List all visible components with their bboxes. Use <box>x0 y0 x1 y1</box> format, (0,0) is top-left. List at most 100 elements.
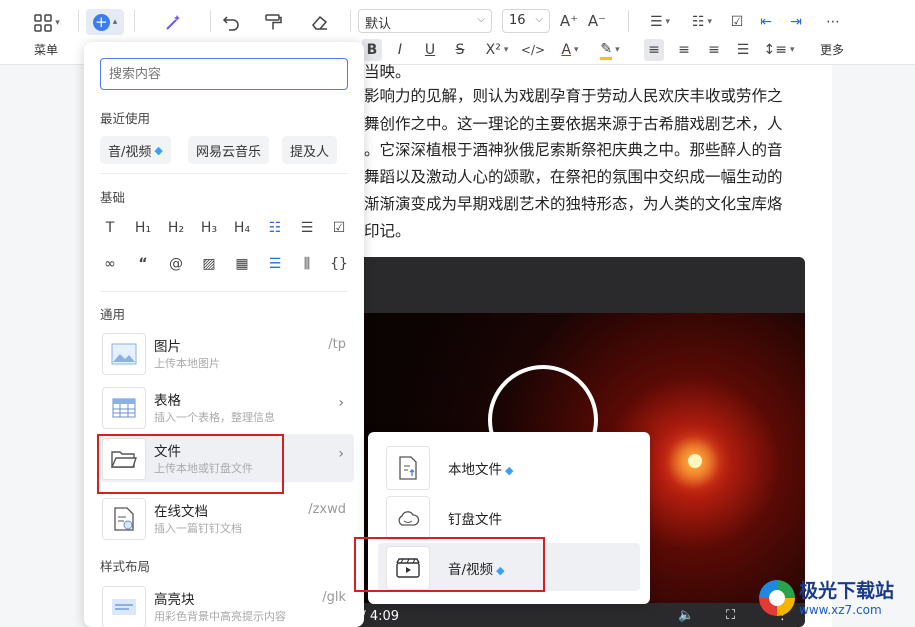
bold-button[interactable]: B <box>362 39 382 61</box>
bullet-list-icon[interactable]: ☰ <box>295 216 319 240</box>
justify-button[interactable]: ☰ <box>733 39 753 61</box>
item-description: 插入一个表格，整理信息 <box>154 411 275 424</box>
recent-item-audio-video[interactable]: 音/视频 ◆ <box>100 136 171 164</box>
item-title: 高亮块 <box>154 592 195 608</box>
doc-line: 。它深深植根于酒神狄俄尼索斯祭祀庆典之中。那些醉人的音 <box>364 141 783 159</box>
underline-button[interactable]: U <box>420 39 440 61</box>
insert-highlight-block-item[interactable]: 高亮块 用彩色背景中高亮提示内容 /glk <box>100 582 354 627</box>
fullscreen-icon[interactable]: ⛶ <box>726 608 735 623</box>
ordered-list-icon[interactable]: ☷ <box>263 216 287 240</box>
recent-item-mention[interactable]: 提及人 <box>282 136 338 164</box>
ai-magic-button[interactable] <box>162 11 184 33</box>
image-icon[interactable]: ▨ <box>197 252 221 276</box>
align-right-icon: ≡ <box>708 42 720 58</box>
image-icon <box>102 333 146 375</box>
chevron-down-icon: ⌵ <box>535 14 543 25</box>
heading1-icon[interactable]: H₁ <box>131 216 155 240</box>
insert-button[interactable]: + ▴ <box>86 9 124 35</box>
bullet-list-button[interactable]: ☰ ▾ <box>644 11 676 33</box>
doc-line: 舞蹈以及激动人心的颂歌，在祭祀的氛围中交织成一幅生动的 <box>364 168 783 186</box>
superscript-button[interactable]: X² ▾ <box>480 39 514 61</box>
highlight-button[interactable]: ✎ ▾ <box>594 39 626 61</box>
italic-icon: I <box>397 42 403 58</box>
item-description: 用彩色背景中高亮提示内容 <box>154 610 286 623</box>
align-center-button[interactable]: ≡ <box>674 39 694 61</box>
item-title: 图片 <box>154 339 181 355</box>
decrease-font-button[interactable]: A⁻ <box>586 10 608 32</box>
lens-flare <box>688 454 702 468</box>
chevron-down-icon: ⌵ <box>477 14 485 25</box>
watermark-name: 极光下载站 <box>799 580 895 602</box>
increase-font-button[interactable]: A⁺ <box>558 10 580 32</box>
link-icon[interactable]: ∞ <box>98 252 122 276</box>
font-family-select[interactable]: 默认 ⌵ <box>358 9 492 33</box>
recent-item-label: 提及人 <box>290 144 330 160</box>
numbered-list-button[interactable]: ☷ ▾ <box>686 11 718 33</box>
text-icon[interactable]: T <box>98 216 122 240</box>
mention-icon[interactable]: @ <box>164 252 188 276</box>
code-block-icon[interactable]: {} <box>327 252 351 276</box>
font-decrease-icon: A⁻ <box>587 12 607 30</box>
layout-section-title: 样式布局 <box>100 559 151 574</box>
checkbox-icon[interactable]: ☑ <box>327 216 351 240</box>
strikethrough-icon: S <box>455 42 465 58</box>
item-title: 表格 <box>154 393 181 409</box>
quote-icon[interactable]: “ <box>131 252 155 276</box>
code-icon: </> <box>520 43 546 57</box>
volume-icon[interactable]: 🔈 <box>678 608 694 623</box>
watermark: 极光下载站 www.xz7.com <box>757 574 912 624</box>
format-painter-button[interactable] <box>262 11 284 33</box>
eraser-icon <box>312 15 328 30</box>
local-file-item[interactable]: 本地文件 ◆ <box>378 443 640 491</box>
font-color-button[interactable]: A ▾ <box>554 39 586 61</box>
align-left-button[interactable]: ≡ <box>644 39 664 61</box>
chevron-right-icon: › <box>338 395 344 411</box>
more-button[interactable]: ⋯ <box>822 11 844 33</box>
strikethrough-button[interactable]: S <box>450 39 470 61</box>
chevron-right-icon: › <box>338 446 344 462</box>
highlight-block-icon[interactable]: ☰ <box>263 252 287 276</box>
heading4-icon[interactable]: H₄ <box>230 216 254 240</box>
columns-icon[interactable]: ⫼ <box>295 252 319 276</box>
magic-wand-icon <box>166 15 180 30</box>
item-title: 钉盘文件 <box>448 512 502 528</box>
grid-icon <box>34 14 52 32</box>
align-left-icon: ≡ <box>648 42 660 58</box>
undo-button[interactable] <box>220 11 242 33</box>
table-icon <box>102 387 146 429</box>
font-size-select[interactable]: 16 ⌵ <box>502 9 550 33</box>
line-height-button[interactable]: ↕≡ ▾ <box>762 39 796 61</box>
align-center-icon: ≡ <box>678 42 690 58</box>
search-input[interactable] <box>100 58 348 90</box>
heading3-icon[interactable]: H₃ <box>197 216 221 240</box>
justify-icon: ☰ <box>736 42 750 58</box>
outdent-button[interactable]: ⇤ <box>756 11 776 33</box>
menu-button[interactable]: ▾ <box>30 12 64 34</box>
outdent-icon: ⇤ <box>760 14 772 30</box>
format-painter-icon <box>265 14 282 30</box>
clear-format-button[interactable] <box>308 11 332 33</box>
dingpan-file-item[interactable]: 钉盘文件 <box>378 493 640 541</box>
checkbox-icon: ☑ <box>730 14 744 30</box>
insert-image-item[interactable]: 图片 上传本地图片 /tp <box>100 329 354 377</box>
italic-button[interactable]: I <box>390 39 410 61</box>
highlight-box-file <box>97 434 284 494</box>
diamond-icon: ◆ <box>505 464 514 477</box>
highlight-block-icon <box>102 586 146 627</box>
watermark-url: www.xz7.com <box>799 603 882 617</box>
insert-online-doc-item[interactable]: 在线文档 插入一篇钉钉文档 /zxwd <box>100 494 354 542</box>
item-label: 本地文件 <box>448 462 502 478</box>
item-description: 上传本地图片 <box>154 357 220 370</box>
table-icon[interactable]: ▦ <box>230 252 254 276</box>
font-family-value: 默认 <box>365 17 392 32</box>
item-shortcut: /zxwd <box>308 502 346 517</box>
recent-item-netease-music[interactable]: 网易云音乐 <box>188 136 270 164</box>
align-right-button[interactable]: ≡ <box>704 39 724 61</box>
task-list-button[interactable]: ☑ <box>727 11 747 33</box>
highlight-box-audio-video <box>354 537 545 592</box>
common-section-title: 通用 <box>100 307 126 322</box>
indent-button[interactable]: ⇥ <box>786 11 806 33</box>
insert-table-item[interactable]: 表格 插入一个表格，整理信息 › <box>100 383 354 431</box>
heading2-icon[interactable]: H₂ <box>164 216 188 240</box>
inline-code-button[interactable]: </> <box>520 39 546 61</box>
